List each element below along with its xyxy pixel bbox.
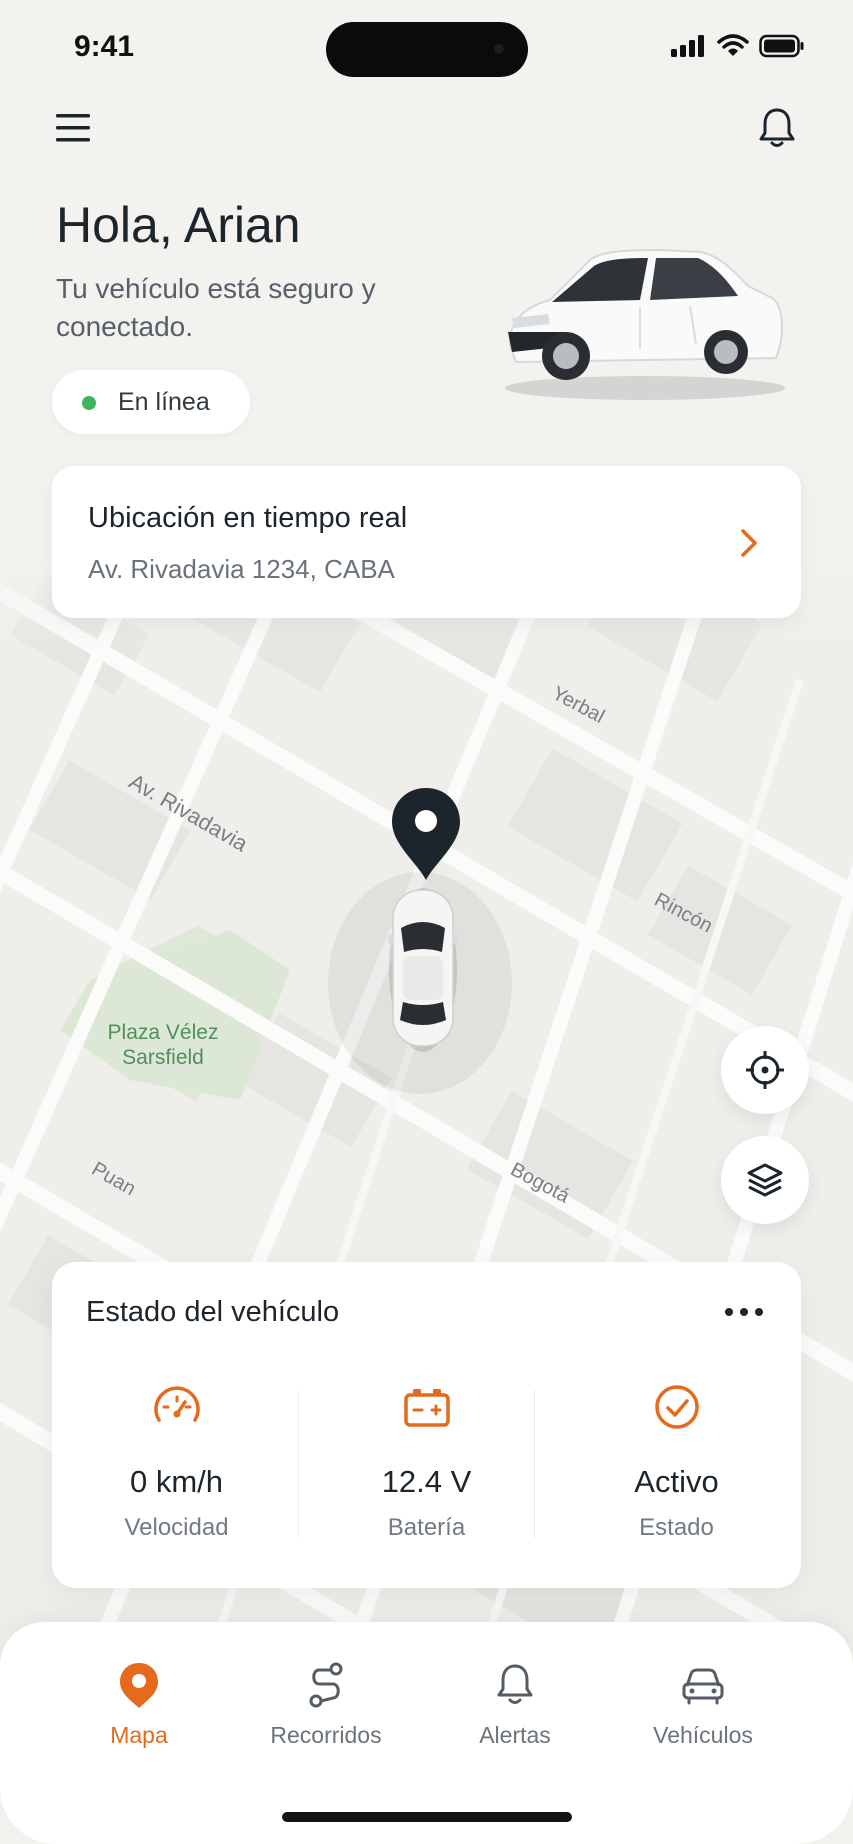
tab-label: Mapa: [110, 1722, 168, 1748]
vehicle-status-card: Estado del vehículo 0 km/h Velocidad 12.…: [52, 1262, 801, 1588]
battery-value: 12.4 V: [381, 1464, 472, 1499]
status-time: 9:41: [74, 30, 135, 63]
online-dot-icon: [82, 396, 96, 410]
vehicle-marker-icon[interactable]: [388, 886, 458, 1052]
tab-mapa[interactable]: Mapa: [45, 1660, 233, 1770]
location-pin-icon[interactable]: [388, 786, 464, 882]
hamburger-menu-icon: [56, 114, 90, 142]
chevron-right-icon: [741, 529, 757, 557]
speed-value: 0 km/h: [129, 1464, 224, 1499]
metric-battery: 12.4 V Batería: [302, 1380, 551, 1550]
speed-label: Velocidad: [124, 1514, 229, 1541]
menu-button[interactable]: [54, 110, 94, 146]
crosshair-icon: [746, 1051, 784, 1089]
app-screen: Yerbal Av. Rivadavia Rincón Puan Bogotá …: [0, 0, 853, 1844]
tab-label: Alertas: [479, 1722, 551, 1748]
layers-icon: [747, 1163, 783, 1197]
metric-divider: [534, 1390, 535, 1538]
state-label: Estado: [639, 1514, 714, 1541]
tab-label: Vehículos: [653, 1722, 753, 1748]
home-indicator: [282, 1812, 572, 1822]
tab-vehiculos[interactable]: Vehículos: [609, 1660, 797, 1770]
park-label: Plaza Vélez Sarsfield: [107, 1021, 219, 1069]
battery-status-icon: [759, 34, 804, 58]
more-horizontal-icon: [725, 1308, 763, 1316]
location-address: Av. Rivadavia 1234, CABA: [88, 554, 395, 584]
status-bar: 9:41: [0, 0, 853, 100]
bell-icon: [759, 108, 795, 147]
location-card-title: Ubicación en tiempo real: [88, 502, 408, 534]
bell-icon: [497, 1664, 533, 1704]
realtime-location-card[interactable]: Ubicación en tiempo real Av. Rivadavia 1…: [52, 466, 801, 618]
map-pin-icon: [120, 1663, 158, 1708]
tab-alertas[interactable]: Alertas: [421, 1660, 609, 1770]
status-icons: [671, 34, 805, 58]
recenter-button[interactable]: [721, 1026, 809, 1114]
wifi-icon: [717, 34, 749, 56]
bottom-tab-bar: Mapa Recorridos Alertas Vehículos: [0, 1622, 853, 1844]
route-icon: [309, 1662, 343, 1708]
car-icon: [682, 1668, 724, 1705]
greeting-title: Hola, Arian: [56, 197, 301, 253]
state-value: Activo: [634, 1464, 719, 1499]
battery-label: Batería: [387, 1514, 466, 1541]
tab-recorridos[interactable]: Recorridos: [232, 1660, 420, 1770]
online-status-label: En línea: [118, 388, 210, 416]
metric-divider: [298, 1390, 299, 1538]
vehicle-status-title: Estado del vehículo: [86, 1296, 340, 1328]
dynamic-island: [326, 22, 528, 77]
map-layers-button[interactable]: [721, 1136, 809, 1224]
metric-state: Activo Estado: [552, 1380, 801, 1550]
check-circle-icon: [655, 1385, 699, 1429]
speedometer-icon: [154, 1386, 200, 1422]
notifications-button[interactable]: [755, 106, 799, 150]
tab-label: Recorridos: [270, 1722, 382, 1748]
cellular-signal-icon: [671, 35, 704, 57]
battery-icon: [404, 1389, 450, 1427]
vehicle-image: [490, 236, 790, 406]
metric-speed: 0 km/h Velocidad: [52, 1380, 301, 1550]
more-options-button[interactable]: [723, 1302, 765, 1322]
greeting-subtitle: Tu vehículo está seguro y conectado.: [56, 273, 376, 342]
online-status-badge: En línea: [52, 370, 250, 434]
